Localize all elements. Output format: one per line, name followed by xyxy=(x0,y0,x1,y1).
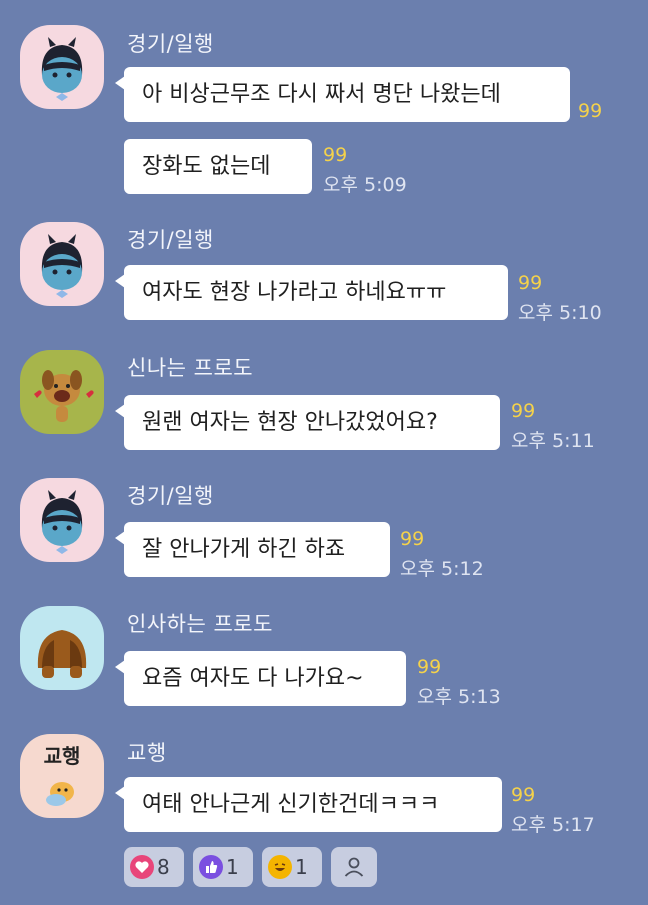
message-bubble[interactable]: 원랜 여자는 현장 안나갔었어요? xyxy=(115,395,500,450)
unread-count: 99 xyxy=(511,784,536,806)
message-bubble[interactable]: 여자도 현장 나가라고 하네요ㅠㅠ xyxy=(115,265,508,320)
message-bubble[interactable]: 아 비상근무조 다시 짜서 명단 나왔는데 xyxy=(115,67,570,122)
timestamp: 오후 5:09 xyxy=(323,174,407,196)
person-icon xyxy=(344,857,364,877)
reaction-count: 1 xyxy=(295,855,308,879)
unread-count: 99 xyxy=(417,656,442,678)
reaction-count: 8 xyxy=(157,855,170,879)
neo-character-icon xyxy=(41,37,83,101)
reaction-heart[interactable]: 8 xyxy=(124,847,184,887)
heart-icon xyxy=(130,855,154,879)
avatar[interactable] xyxy=(20,606,104,690)
neo-character-icon xyxy=(41,490,83,554)
frodo-dog-character-icon xyxy=(34,370,94,422)
message-bubble[interactable]: 여태 안나근게 신기한건데ㅋㅋㅋ xyxy=(115,777,502,832)
sender-name: 경기/일행 xyxy=(127,484,214,508)
avatar[interactable] xyxy=(20,478,104,562)
laughing-emoji-icon xyxy=(268,855,292,879)
avatar[interactable] xyxy=(20,222,104,306)
timestamp: 오후 5:12 xyxy=(400,558,484,580)
unread-count: 99 xyxy=(518,272,543,294)
thumbs-up-icon xyxy=(199,855,223,879)
timestamp: 오후 5:10 xyxy=(518,302,602,324)
unread-count: 99 xyxy=(400,528,425,550)
timestamp: 오후 5:11 xyxy=(511,430,595,452)
message-bubble[interactable]: 장화도 없는데 xyxy=(124,139,312,194)
message-bubble[interactable]: 요즘 여자도 다 나가요~ xyxy=(115,651,406,706)
message-bubble[interactable]: 잘 안나가게 하긴 하죠 xyxy=(115,522,390,577)
timestamp: 오후 5:17 xyxy=(511,814,595,836)
frodo-bowing-character-icon xyxy=(37,630,87,678)
reaction-laugh[interactable]: 1 xyxy=(262,847,322,887)
add-reaction-button[interactable] xyxy=(331,847,377,887)
reaction-count: 1 xyxy=(226,855,239,879)
character-sticker-icon xyxy=(46,782,74,806)
unread-count: 99 xyxy=(511,400,536,422)
avatar[interactable] xyxy=(20,25,104,109)
timestamp: 오후 5:13 xyxy=(417,686,501,708)
avatar[interactable] xyxy=(20,350,104,434)
avatar[interactable]: 교행 xyxy=(20,734,104,818)
unread-count: 99 xyxy=(323,144,348,166)
sender-name: 신나는 프로도 xyxy=(127,356,254,380)
sender-name: 경기/일행 xyxy=(127,228,214,252)
reaction-thumbs-up[interactable]: 1 xyxy=(193,847,253,887)
neo-character-icon xyxy=(41,234,83,298)
sender-name: 경기/일행 xyxy=(127,32,214,56)
sender-name: 교행 xyxy=(127,741,167,765)
sender-name: 인사하는 프로도 xyxy=(127,612,273,636)
unread-count: 99 xyxy=(578,100,603,122)
